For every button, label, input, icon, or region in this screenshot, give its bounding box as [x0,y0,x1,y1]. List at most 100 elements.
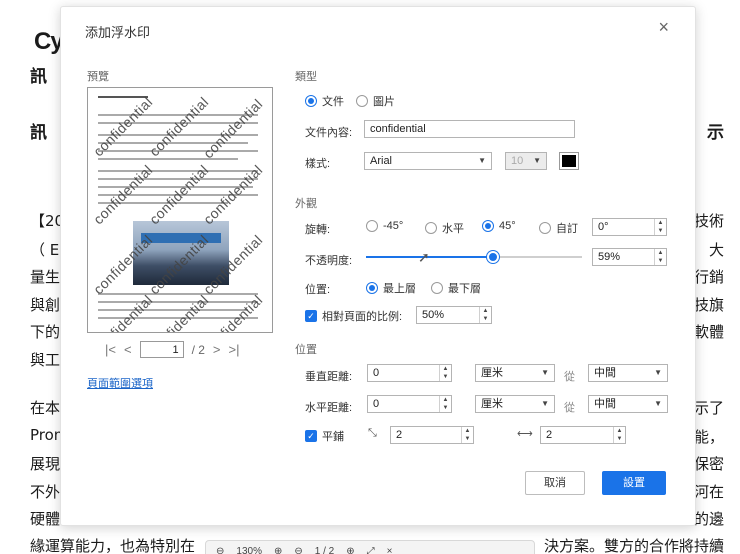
spinner-arrows-icon[interactable]: ▲ ▼ [613,427,625,443]
close-icon[interactable]: × [658,18,669,36]
chevron-down-icon: ▼ [478,156,486,165]
prev-page-icon[interactable]: < [124,342,132,357]
vertical-spacing-icon: ⤡ [368,427,377,439]
position-bottom-radio[interactable]: 最下層 [431,280,481,296]
spinner-arrows-icon[interactable]: ▲ ▼ [654,249,666,265]
spinner-arrows-icon[interactable]: ▲ ▼ [479,307,491,323]
page-number-input[interactable]: 1 [139,341,184,358]
zoom-in-icon[interactable]: ⊕ [274,546,282,554]
opacity-slider[interactable] [366,251,582,263]
tile-label: 平鋪 [322,431,344,443]
vertical-from-value: 中間 [594,367,616,379]
relative-scale-label: 相對頁面的比例: [322,311,403,323]
doc-line-right: 示 [707,123,724,143]
vertical-unit-select[interactable]: 厘米 ▼ [475,364,555,382]
position-top-radio[interactable]: 最上層 [366,280,416,296]
page-range-link[interactable]: 頁面範圍選項 [87,375,153,391]
close-toolbar-icon[interactable]: × [387,546,393,554]
doc-line-right: 能， [693,428,724,446]
doc-line: 在本 [30,399,61,417]
font-size-select[interactable]: 10 ▼ [505,152,547,170]
zoom-level[interactable]: 130% [236,546,262,554]
horizontal-distance-value: 0 [373,398,380,410]
tile-vertical-spinner[interactable]: 2 ▲ ▼ [390,426,474,444]
doc-line: 與工 [30,351,61,369]
rotation-custom-radio[interactable]: 自訂 [539,220,578,236]
text-content-input[interactable]: confidential [364,120,575,138]
rotation-horizontal-radio[interactable]: 水平 [425,220,464,236]
doc-line-right: 示了 [693,399,724,417]
watermark-preview: confidential confidential confidential c… [87,87,273,333]
doc-line: 展現 [30,455,61,473]
last-page-icon[interactable]: >| [229,342,240,357]
appearance-section-title: 外觀 [295,198,317,210]
color-picker[interactable] [559,152,579,170]
checkmark-icon: ✓ [305,430,317,442]
chevron-down-icon: ▼ [533,156,541,165]
spinner-arrows-icon[interactable]: ▲ ▼ [439,396,451,412]
preview-pager: |< < 1 / 2 > >| [105,341,239,358]
position-section-title: 位置 [295,344,317,356]
first-page-icon[interactable]: |< [105,342,116,357]
doc-line-right: 決方案。雙方的合作將持續 [543,537,724,554]
zoom-out-icon[interactable]: ⊖ [216,546,224,554]
tile-horizontal-spinner[interactable]: 2 ▲ ▼ [540,426,626,444]
rotation-minus45-radio[interactable]: -45° [366,220,403,232]
tile-vertical-value: 2 [396,429,403,441]
next-page-icon[interactable]: > [213,342,221,357]
doc-line-right: 行銷 [693,268,724,286]
radio-dot [356,95,368,107]
radio-dot [366,220,378,232]
dialog-title: 添加浮水印 [85,25,151,40]
rotation-45-radio[interactable]: 45° [482,220,516,232]
type-text-radio[interactable]: 文件 [305,93,344,109]
doc-line-right: 河在 [693,483,724,501]
rotation-45-label: 45° [499,220,516,232]
viewer-toolbar: ⊖ 130% ⊕ ⊖ 1 / 2 ⊕ ⤢ × [205,540,535,554]
chevron-down-icon: ▼ [654,368,662,377]
horizontal-distance-spinner[interactable]: 0 ▲ ▼ [367,395,452,413]
vertical-distance-spinner[interactable]: 0 ▲ ▼ [367,364,452,382]
type-image-radio[interactable]: 圖片 [356,93,395,109]
doc-line-right: 軟體 [693,323,724,341]
add-watermark-dialog: 添加浮水印 × 預覽 confidential confidential con… [60,6,696,526]
apply-button[interactable]: 設置 [602,471,666,495]
opacity-spinner[interactable]: 59% ▲ ▼ [592,248,667,266]
doc-line-right: 保密 [693,455,724,473]
style-label: 樣式: [305,158,331,170]
font-size-value: 10 [511,155,524,167]
position-label: 位置: [305,284,331,296]
font-select[interactable]: Arial ▼ [364,152,492,170]
horizontal-from-select[interactable]: 中間 ▼ [588,395,668,413]
doc-line-right: 技旗 [693,296,724,314]
opacity-slider-thumb[interactable] [487,251,500,263]
vertical-distance-label: 垂直距離: [305,371,353,383]
radio-dot [305,95,317,107]
chevron-down-icon: ▼ [541,368,549,377]
doc-line: 【20 [30,212,65,230]
horizontal-distance-label: 水平距離: [305,402,353,414]
prev-page-icon[interactable]: ⊖ [294,546,302,554]
cancel-button[interactable]: 取消 [525,471,585,495]
chevron-down-icon: ▼ [541,399,549,408]
vertical-from-label: 從 [564,371,575,383]
spinner-arrows-icon[interactable]: ▲ ▼ [461,427,473,443]
custom-angle-spinner[interactable]: 0° ▲ ▼ [592,218,667,236]
relative-scale-spinner[interactable]: 50% ▲ ▼ [416,306,492,324]
spinner-arrows-icon[interactable]: ▲ ▼ [439,365,451,381]
tile-checkbox[interactable]: ✓ 平鋪 [305,428,344,444]
doc-line: 下的 [30,323,61,341]
preview-text-line [98,293,258,295]
relative-scale-checkbox[interactable]: ✓ 相對頁面的比例: [305,308,402,324]
next-page-icon[interactable]: ⊕ [346,546,354,554]
spinner-arrows-icon[interactable]: ▲ ▼ [654,219,666,235]
preview-watermark: confidential [200,291,266,333]
doc-line: 與創 [30,296,61,314]
doc-brand: Cy [34,28,64,55]
preview-text-line [98,150,258,152]
fit-icon[interactable]: ⤢ [367,546,375,554]
doc-line: 訊 [30,123,47,143]
radio-dot [482,220,494,232]
vertical-from-select[interactable]: 中間 ▼ [588,364,668,382]
horizontal-unit-select[interactable]: 厘米 ▼ [475,395,555,413]
